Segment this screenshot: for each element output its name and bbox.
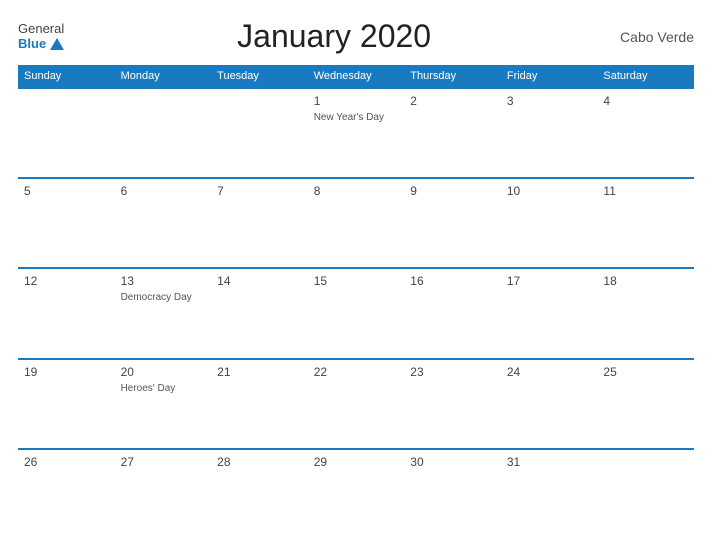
day-cell: 26 bbox=[18, 450, 115, 538]
day-number: 1 bbox=[314, 94, 399, 108]
day-cell bbox=[18, 89, 115, 177]
day-cell: 16 bbox=[404, 269, 501, 357]
day-cell: 12 bbox=[18, 269, 115, 357]
day-cell: 1 New Year's Day bbox=[308, 89, 405, 177]
day-number: 4 bbox=[603, 94, 688, 108]
day-header-sunday: Sunday bbox=[18, 65, 115, 87]
day-cell: 18 bbox=[597, 269, 694, 357]
day-event: New Year's Day bbox=[314, 111, 399, 124]
day-cell: 19 bbox=[18, 360, 115, 448]
day-header-monday: Monday bbox=[115, 65, 212, 87]
day-header-tuesday: Tuesday bbox=[211, 65, 308, 87]
day-number: 28 bbox=[217, 455, 302, 469]
day-number: 22 bbox=[314, 365, 399, 379]
day-number: 20 bbox=[121, 365, 206, 379]
calendar-header: General Blue January 2020 Cabo Verde bbox=[18, 18, 694, 55]
day-cell: 20 Heroes' Day bbox=[115, 360, 212, 448]
logo-blue-text: Blue bbox=[18, 37, 64, 51]
day-number: 13 bbox=[121, 274, 206, 288]
week-row-2: 12 13 Democracy Day 14 15 16 17 18 bbox=[18, 267, 694, 357]
day-number: 30 bbox=[410, 455, 495, 469]
calendar-grid: SundayMondayTuesdayWednesdayThursdayFrid… bbox=[18, 65, 694, 538]
week-row-4: 26 27 28 29 30 31 bbox=[18, 448, 694, 538]
day-number: 6 bbox=[121, 184, 206, 198]
day-number: 15 bbox=[314, 274, 399, 288]
logo-area: General Blue bbox=[18, 22, 64, 51]
day-cell: 23 bbox=[404, 360, 501, 448]
day-cell: 2 bbox=[404, 89, 501, 177]
calendar-container: General Blue January 2020 Cabo Verde Sun… bbox=[0, 0, 712, 550]
logo-general-text: General bbox=[18, 22, 64, 36]
day-number: 7 bbox=[217, 184, 302, 198]
day-header-friday: Friday bbox=[501, 65, 598, 87]
day-event: Democracy Day bbox=[121, 291, 206, 304]
day-cell: 14 bbox=[211, 269, 308, 357]
day-number: 25 bbox=[603, 365, 688, 379]
day-number: 24 bbox=[507, 365, 592, 379]
day-number: 19 bbox=[24, 365, 109, 379]
day-number: 21 bbox=[217, 365, 302, 379]
day-number: 3 bbox=[507, 94, 592, 108]
day-number: 5 bbox=[24, 184, 109, 198]
day-cell: 5 bbox=[18, 179, 115, 267]
day-cell: 11 bbox=[597, 179, 694, 267]
day-number: 2 bbox=[410, 94, 495, 108]
day-cell bbox=[115, 89, 212, 177]
day-header-wednesday: Wednesday bbox=[308, 65, 405, 87]
day-number: 23 bbox=[410, 365, 495, 379]
day-number: 16 bbox=[410, 274, 495, 288]
day-number: 8 bbox=[314, 184, 399, 198]
day-cell: 4 bbox=[597, 89, 694, 177]
day-cell: 8 bbox=[308, 179, 405, 267]
day-header-thursday: Thursday bbox=[404, 65, 501, 87]
day-cell: 17 bbox=[501, 269, 598, 357]
day-cell: 25 bbox=[597, 360, 694, 448]
day-cell: 10 bbox=[501, 179, 598, 267]
day-cell: 6 bbox=[115, 179, 212, 267]
day-cell bbox=[597, 450, 694, 538]
day-cell: 22 bbox=[308, 360, 405, 448]
day-number: 11 bbox=[603, 184, 688, 198]
day-number: 27 bbox=[121, 455, 206, 469]
day-header-saturday: Saturday bbox=[597, 65, 694, 87]
day-cell bbox=[211, 89, 308, 177]
day-cell: 29 bbox=[308, 450, 405, 538]
logo-triangle-icon bbox=[50, 38, 64, 50]
calendar-title: January 2020 bbox=[64, 18, 604, 55]
week-row-0: 1 New Year's Day 234 bbox=[18, 87, 694, 177]
day-number: 9 bbox=[410, 184, 495, 198]
day-cell: 27 bbox=[115, 450, 212, 538]
day-cell: 3 bbox=[501, 89, 598, 177]
day-cell: 13 Democracy Day bbox=[115, 269, 212, 357]
day-number: 17 bbox=[507, 274, 592, 288]
day-number: 31 bbox=[507, 455, 592, 469]
day-cell: 28 bbox=[211, 450, 308, 538]
logo-blue-label: Blue bbox=[18, 37, 46, 51]
day-number: 14 bbox=[217, 274, 302, 288]
day-number: 26 bbox=[24, 455, 109, 469]
day-number: 12 bbox=[24, 274, 109, 288]
day-event: Heroes' Day bbox=[121, 382, 206, 395]
day-cell: 7 bbox=[211, 179, 308, 267]
day-number: 10 bbox=[507, 184, 592, 198]
day-cell: 30 bbox=[404, 450, 501, 538]
day-headers: SundayMondayTuesdayWednesdayThursdayFrid… bbox=[18, 65, 694, 87]
week-row-3: 19 20 Heroes' Day 21 22 23 24 25 bbox=[18, 358, 694, 448]
day-number: 18 bbox=[603, 274, 688, 288]
weeks-container: 1New Year's Day2345678910111213Democracy… bbox=[18, 87, 694, 538]
country-name: Cabo Verde bbox=[604, 29, 694, 45]
week-row-1: 56789 10 11 bbox=[18, 177, 694, 267]
day-cell: 24 bbox=[501, 360, 598, 448]
day-cell: 31 bbox=[501, 450, 598, 538]
day-cell: 9 bbox=[404, 179, 501, 267]
day-cell: 21 bbox=[211, 360, 308, 448]
day-cell: 15 bbox=[308, 269, 405, 357]
day-number: 29 bbox=[314, 455, 399, 469]
